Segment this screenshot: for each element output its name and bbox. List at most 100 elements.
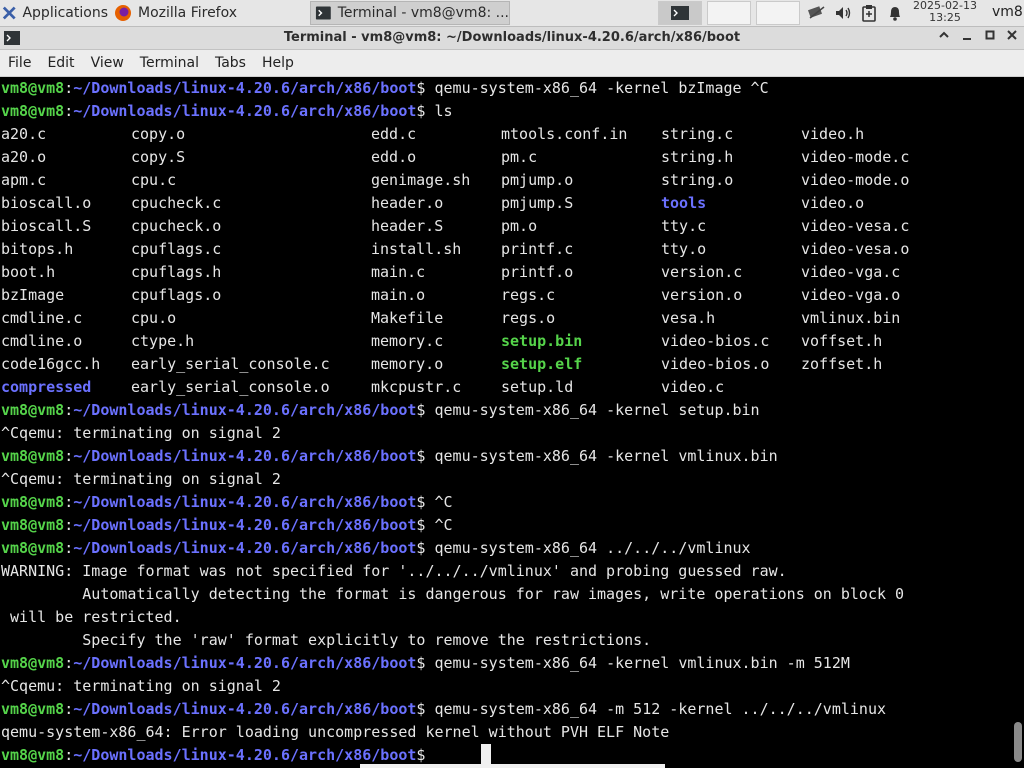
firefox-icon bbox=[115, 5, 131, 21]
ls-file-entry: video-bios.c bbox=[661, 332, 770, 350]
ls-file-entry: vmlinux.bin bbox=[801, 309, 901, 327]
ls-file-entry: video-vga.c bbox=[801, 263, 901, 281]
ls-file-entry: video.c bbox=[661, 378, 725, 396]
ls-file-entry: copy.o bbox=[131, 125, 186, 143]
notification-bell-icon[interactable] bbox=[884, 3, 906, 23]
workspace-2-button[interactable] bbox=[707, 1, 751, 25]
ls-file-entry: regs.o bbox=[501, 309, 556, 327]
clipboard-icon[interactable] bbox=[858, 3, 880, 23]
menu-view[interactable]: View bbox=[83, 55, 132, 71]
ls-file-entry: pmjump.S bbox=[501, 194, 574, 212]
ls-file-entry: tty.o bbox=[661, 240, 707, 258]
ls-file-entry: genimage.sh bbox=[371, 171, 471, 189]
ls-file-entry: early_serial_console.c bbox=[131, 355, 330, 373]
ls-file-entry: bioscall.S bbox=[1, 217, 92, 235]
ls-file-entry: cpu.c bbox=[131, 171, 177, 189]
ls-file-entry: install.sh bbox=[371, 240, 462, 258]
window-titlebar[interactable]: Terminal - vm8@vm8: ~/Downloads/linux-4.… bbox=[0, 27, 1024, 50]
ls-file-entry: video.o bbox=[801, 194, 865, 212]
ls-file-entry: boot.h bbox=[1, 263, 56, 281]
ls-file-entry: tty.c bbox=[661, 217, 707, 235]
maximize-icon[interactable] bbox=[981, 29, 999, 47]
ls-file-entry: cpucheck.o bbox=[131, 217, 222, 235]
terminal-mini-icon bbox=[671, 6, 689, 20]
terminal-line: vm8@vm8:~/Downloads/linux-4.20.6/arch/x8… bbox=[1, 447, 778, 465]
terminal-line: vm8@vm8:~/Downloads/linux-4.20.6/arch/x8… bbox=[1, 401, 760, 419]
terminal-line: WARNING: Image format was not specified … bbox=[1, 562, 787, 580]
terminal-line: vm8@vm8:~/Downloads/linux-4.20.6/arch/x8… bbox=[1, 516, 453, 534]
ls-directory-entry: tools bbox=[661, 194, 707, 212]
selection-highlight bbox=[360, 764, 665, 768]
terminal-line: ^Cqemu: terminating on signal 2 bbox=[1, 677, 281, 695]
ls-file-entry: setup.ld bbox=[501, 378, 574, 396]
volume-icon[interactable] bbox=[832, 3, 854, 23]
terminal-scrollbar[interactable] bbox=[1010, 77, 1024, 768]
ls-file-entry: cmdline.o bbox=[1, 332, 83, 350]
ls-file-entry: zoffset.h bbox=[801, 355, 883, 373]
terminal-line: Specify the 'raw' format explicitly to r… bbox=[1, 631, 652, 649]
scrollbar-thumb[interactable] bbox=[1014, 722, 1022, 762]
ls-file-entry: mkcpustr.c bbox=[371, 378, 462, 396]
window-title: Terminal - vm8@vm8: ~/Downloads/linux-4.… bbox=[283, 30, 741, 45]
terminal-line: Automatically detecting the format is da… bbox=[1, 585, 905, 603]
ls-file-entry: vesa.h bbox=[661, 309, 716, 327]
ls-file-entry: pm.c bbox=[501, 148, 538, 166]
ls-file-entry: video-vesa.c bbox=[801, 217, 910, 235]
close-icon[interactable] bbox=[1003, 29, 1021, 47]
clock[interactable]: 2025-02-13 13:25 bbox=[912, 0, 978, 26]
clock-time: 13:25 bbox=[929, 11, 961, 24]
ls-file-entry: main.c bbox=[371, 263, 426, 281]
ls-file-entry: ctype.h bbox=[131, 332, 195, 350]
user-menu-label[interactable]: vm8 bbox=[992, 4, 1023, 20]
terminal-line: ^Cqemu: terminating on signal 2 bbox=[1, 470, 281, 488]
ls-file-entry: version.o bbox=[661, 286, 743, 304]
taskbar-firefox-label: Mozilla Firefox bbox=[138, 5, 238, 21]
ls-file-entry: Makefile bbox=[371, 309, 444, 327]
terminal-cursor bbox=[481, 744, 491, 765]
taskbar-firefox-button[interactable]: Mozilla Firefox bbox=[110, 1, 308, 25]
ls-file-entry: code16gcc.h bbox=[1, 355, 101, 373]
ls-file-entry: mtools.conf.in bbox=[501, 125, 628, 143]
minimize-icon[interactable] bbox=[958, 29, 976, 47]
terminal-line: ^Cqemu: terminating on signal 2 bbox=[1, 424, 281, 442]
ls-file-entry: bioscall.o bbox=[1, 194, 92, 212]
menu-terminal[interactable]: Terminal bbox=[132, 55, 207, 71]
ls-file-entry: edd.c bbox=[371, 125, 417, 143]
ls-file-entry: bzImage bbox=[1, 286, 65, 304]
ls-file-entry: printf.o bbox=[501, 263, 574, 281]
terminal-output[interactable]: vm8@vm8:~/Downloads/linux-4.20.6/arch/x8… bbox=[0, 77, 1010, 768]
network-icon[interactable] bbox=[806, 3, 828, 23]
ls-file-entry: voffset.h bbox=[801, 332, 883, 350]
ls-file-entry: early_serial_console.o bbox=[131, 378, 330, 396]
ls-file-entry: pm.o bbox=[501, 217, 538, 235]
taskbar-terminal-button[interactable]: Terminal - vm8@vm8: ... bbox=[310, 1, 510, 25]
ls-file-entry: a20.c bbox=[1, 125, 47, 143]
ls-file-entry: setup.bin bbox=[501, 332, 583, 350]
menu-file[interactable]: File bbox=[0, 55, 39, 71]
chevron-up-icon[interactable] bbox=[935, 29, 953, 47]
ls-file-entry: cpu.o bbox=[131, 309, 177, 327]
ls-file-entry: video-bios.o bbox=[661, 355, 770, 373]
ls-file-entry: header.o bbox=[371, 194, 444, 212]
ls-file-entry: cpuflags.o bbox=[131, 286, 222, 304]
terminal-line: vm8@vm8:~/Downloads/linux-4.20.6/arch/x8… bbox=[1, 700, 887, 718]
top-panel: Applications Mozilla Firefox Terminal - … bbox=[0, 0, 1024, 27]
ls-file-entry: video-mode.o bbox=[801, 171, 910, 189]
menu-edit[interactable]: Edit bbox=[39, 55, 82, 71]
ls-directory-entry: compressed bbox=[1, 378, 92, 396]
workspace-3-button[interactable] bbox=[756, 1, 800, 25]
terminal-line: will be restricted. bbox=[1, 608, 182, 626]
terminal-line: qemu-system-x86_64: Error loading uncomp… bbox=[1, 723, 670, 741]
taskbar-terminal-label: Terminal - vm8@vm8: ... bbox=[337, 5, 509, 21]
menubar: File Edit View Terminal Tabs Help bbox=[0, 50, 1024, 77]
ls-file-entry: apm.c bbox=[1, 171, 47, 189]
menu-help[interactable]: Help bbox=[254, 55, 302, 71]
ls-file-entry: video-mode.c bbox=[801, 148, 910, 166]
applications-menu-button[interactable]: Applications bbox=[0, 1, 108, 25]
ls-file-entry: memory.o bbox=[371, 355, 444, 373]
workspace-1-button[interactable] bbox=[658, 1, 702, 25]
menu-tabs[interactable]: Tabs bbox=[207, 55, 254, 71]
terminal-line: vm8@vm8:~/Downloads/linux-4.20.6/arch/x8… bbox=[1, 102, 453, 120]
terminal-line: vm8@vm8:~/Downloads/linux-4.20.6/arch/x8… bbox=[1, 79, 769, 97]
ls-file-entry: cmdline.c bbox=[1, 309, 83, 327]
